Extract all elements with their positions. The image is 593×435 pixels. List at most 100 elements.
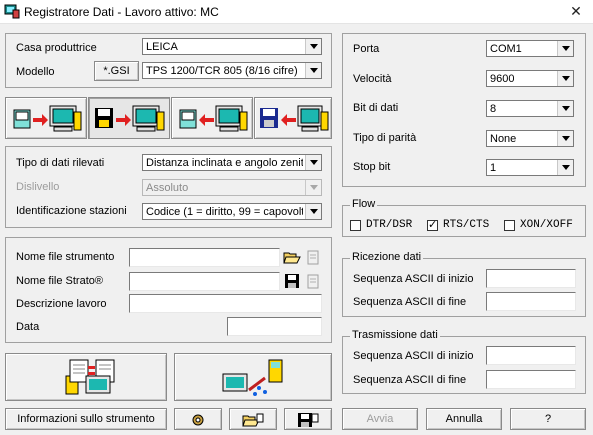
level-label: Dislivello [16, 181, 60, 193]
open-file-button[interactable] [229, 408, 277, 430]
start-button[interactable]: Avvia [342, 408, 418, 430]
speed-value: 9600 [490, 73, 515, 85]
data-type-value: Distanza inclinata e angolo zenitale [146, 157, 303, 169]
file-to-computer-icon [95, 105, 165, 132]
instrument-info-button[interactable]: Informazioni sullo strumento [5, 408, 167, 430]
date-input[interactable] [227, 317, 322, 336]
transmit-title: Trasmissione dati [350, 329, 440, 341]
station-id-label: Identificazione stazioni [16, 205, 127, 217]
receive-end-label: Sequenza ASCII di fine [353, 296, 467, 308]
flow-title: Flow [350, 198, 378, 210]
job-desc-label: Descrizione lavoro [16, 298, 107, 310]
instrument-info-label: Informazioni sullo strumento [17, 413, 155, 425]
folder-open-icon [242, 413, 264, 427]
instrument-to-computer-icon [13, 105, 82, 132]
databits-select[interactable]: 8 [486, 100, 574, 117]
chevron-down-icon [305, 39, 321, 54]
station-id-select[interactable]: Codice (1 = diritto, 99 = capovolto) [142, 203, 322, 220]
start-button-label: Avvia [366, 413, 394, 425]
help-button[interactable]: ? [510, 408, 586, 430]
file-to-computer-button[interactable] [88, 97, 170, 139]
data-type-select[interactable]: Distanza inclinata e angolo zenitale [142, 154, 322, 171]
computer-to-instrument-icon [179, 105, 248, 132]
document-icon[interactable] [305, 249, 321, 265]
chevron-down-icon [557, 101, 573, 116]
receive-start-input[interactable] [486, 269, 576, 288]
manufacturer-value: LEICA [146, 41, 178, 53]
transmit-end-label: Sequenza ASCII di fine [353, 374, 467, 386]
port-label: Porta [353, 43, 380, 55]
cancel-button[interactable]: Annulla [426, 408, 502, 430]
instrument-file-label: Nome file strumento [16, 251, 115, 263]
station-id-value: Codice (1 = diritto, 99 = capovolto) [146, 206, 303, 218]
parity-value: None [490, 133, 517, 145]
instrument-file-input[interactable] [129, 248, 280, 267]
gsi-button-label: *.GSI [103, 65, 130, 77]
port-select[interactable]: COM1 [486, 40, 574, 57]
transmit-start-label: Sequenza ASCII di inizio [353, 350, 474, 362]
dtr-checkbox[interactable] [350, 220, 361, 231]
save-file-button[interactable] [284, 408, 332, 430]
parity-select[interactable]: None [486, 130, 574, 147]
dtr-label: DTR/DSR [366, 219, 413, 231]
stopbit-value: 1 [490, 162, 497, 174]
databits-label: Bit di dati [353, 102, 399, 114]
model-select[interactable]: TPS 1200/TCR 805 (8/16 cifre) [142, 62, 322, 79]
save-icon[interactable] [284, 273, 300, 289]
folder-open-icon[interactable] [283, 249, 301, 265]
speed-label: Velocità [353, 73, 392, 85]
help-button-label: ? [544, 413, 552, 425]
date-label: Data [16, 321, 40, 333]
computer-to-file-icon [260, 105, 329, 132]
save-icon [298, 413, 319, 427]
app-icon [4, 4, 20, 19]
receive-start-label: Sequenza ASCII di inizio [353, 273, 474, 285]
chevron-down-icon [305, 155, 321, 170]
speed-select[interactable]: 9600 [486, 70, 574, 87]
transmit-end-input[interactable] [486, 370, 576, 389]
chevron-down-icon [557, 41, 573, 56]
convert-button[interactable] [174, 353, 332, 401]
strato-file-label: Nome file Strato® [16, 275, 103, 287]
chevron-down-icon [557, 131, 573, 146]
gsi-button[interactable]: *.GSI [94, 61, 139, 81]
data-type-label: Tipo di dati rilevati [16, 157, 105, 169]
computer-to-file-button[interactable] [254, 97, 332, 139]
rts-checkbox[interactable] [427, 218, 438, 231]
rts-label: RTS/CTS [443, 219, 490, 231]
chevron-down-icon [305, 63, 321, 78]
receive-end-input[interactable] [486, 292, 576, 311]
document-icon[interactable] [305, 273, 321, 289]
strato-file-input[interactable] [129, 272, 280, 291]
parity-label: Tipo di parità [353, 132, 417, 144]
model-label: Modello [16, 66, 55, 78]
stopbit-label: Stop bit [353, 161, 391, 173]
model-value: TPS 1200/TCR 805 (8/16 cifre) [146, 65, 298, 77]
port-value: COM1 [490, 43, 522, 55]
computer-to-instrument-button[interactable] [171, 97, 253, 139]
transmit-start-input[interactable] [486, 346, 576, 365]
stopbit-select[interactable]: 1 [486, 159, 574, 176]
cancel-button-label: Annulla [445, 413, 483, 425]
manufacturer-select[interactable]: LEICA [142, 38, 322, 55]
level-select[interactable]: Assoluto [142, 179, 322, 196]
xon-checkbox[interactable] [504, 220, 515, 231]
chevron-down-icon [557, 160, 573, 175]
compare-button[interactable] [5, 353, 167, 401]
compare-files-icon [65, 359, 115, 395]
manufacturer-label: Casa produttrice [16, 42, 97, 54]
chevron-down-icon [557, 71, 573, 86]
instrument-to-computer-button[interactable] [5, 97, 87, 139]
xon-label: XON/XOFF [520, 219, 573, 231]
databits-value: 8 [490, 103, 497, 115]
magic-wand-transfer-icon [222, 359, 283, 396]
job-desc-input[interactable] [129, 294, 322, 313]
level-value: Assoluto [146, 182, 189, 194]
gear-icon [192, 414, 204, 426]
settings-button[interactable] [174, 408, 222, 430]
close-button[interactable]: ✕ [566, 2, 586, 20]
chevron-down-icon [305, 180, 321, 195]
window-title: Registratore Dati - Lavoro attivo: MC [24, 5, 219, 19]
chevron-down-icon [305, 204, 321, 219]
receive-title: Ricezione dati [350, 251, 424, 263]
